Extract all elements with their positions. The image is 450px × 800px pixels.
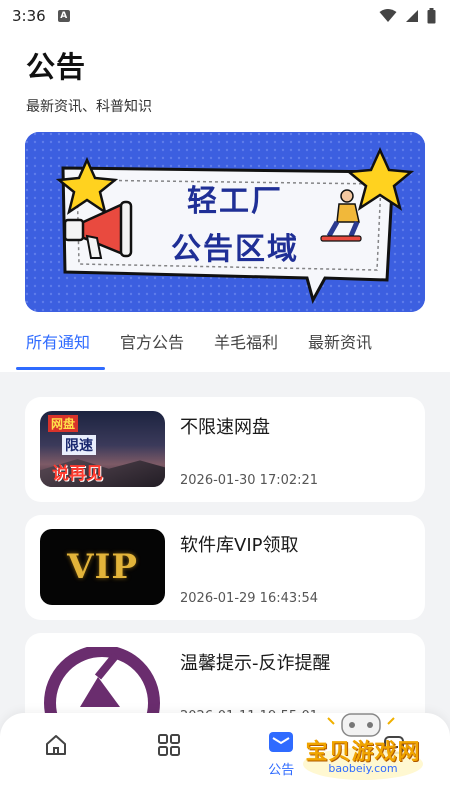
watermark-logo: 宝贝游戏网 baobeiy.com — [298, 712, 428, 782]
notice-info: 软件库VIP领取 2026-01-29 16:43:54 — [180, 529, 318, 606]
battery-icon — [427, 8, 436, 24]
nav-home[interactable] — [0, 713, 113, 800]
notice-info: 不限速网盘 2026-01-30 17:02:21 — [180, 411, 318, 488]
thumb-text: VIP — [67, 547, 138, 587]
notice-title: 软件库VIP领取 — [180, 535, 299, 556]
notice-title: 温馨提示-反诈提醒 — [180, 653, 331, 674]
notice-time: 2026-01-30 17:02:21 — [180, 473, 319, 488]
status-bar: 3:36 A — [0, 0, 450, 32]
notice-thumbnail: VIP — [40, 529, 165, 605]
notice-thumbnail: 网盘 限速 说再见 — [40, 411, 165, 487]
tab-latest-news[interactable]: 最新资讯 — [308, 318, 372, 372]
announcement-banner[interactable]: 轻工厂 公告区域 — [25, 132, 425, 312]
page-subtitle: 最新资讯、科普知识 — [26, 99, 152, 115]
notice-thumbnail — [40, 647, 165, 723]
nav-label: 公告 — [268, 763, 295, 778]
home-icon — [46, 735, 67, 755]
wifi-icon — [379, 9, 397, 22]
thumb-text: 网盘 — [48, 415, 79, 432]
page-title: 公告 — [26, 50, 87, 84]
status-icons — [379, 8, 436, 24]
nav-apps[interactable] — [113, 713, 226, 800]
status-time: 3:36 — [12, 7, 46, 25]
notification-icon: A — [57, 10, 70, 22]
notice-time: 2026-01-29 16:43:54 — [180, 591, 319, 606]
notice-card[interactable]: 网盘 限速 说再见 不限速网盘 2026-01-30 17:02:21 — [25, 397, 425, 502]
page-header: 公告 最新资讯、科普知识 — [26, 44, 152, 116]
notice-title: 不限速网盘 — [180, 417, 270, 438]
mail-icon — [269, 732, 294, 752]
banner-title-line1: 轻工厂 — [187, 184, 283, 219]
tab-official[interactable]: 官方公告 — [120, 318, 184, 372]
tab-all-notices[interactable]: 所有通知 — [15, 318, 106, 372]
thumb-text: 说再见 — [52, 464, 103, 484]
banner-title-line2: 公告区域 — [171, 232, 299, 267]
grid-icon — [157, 734, 180, 756]
signal-icon — [406, 10, 418, 22]
notice-card[interactable]: VIP 软件库VIP领取 2026-01-29 16:43:54 — [25, 515, 425, 620]
tab-bar: 所有通知 官方公告 羊毛福利 最新资讯 — [0, 318, 450, 372]
watermark-url: baobeiy.com — [328, 762, 398, 775]
thumb-text: 限速 — [62, 435, 96, 455]
tab-benefits[interactable]: 羊毛福利 — [214, 318, 278, 372]
